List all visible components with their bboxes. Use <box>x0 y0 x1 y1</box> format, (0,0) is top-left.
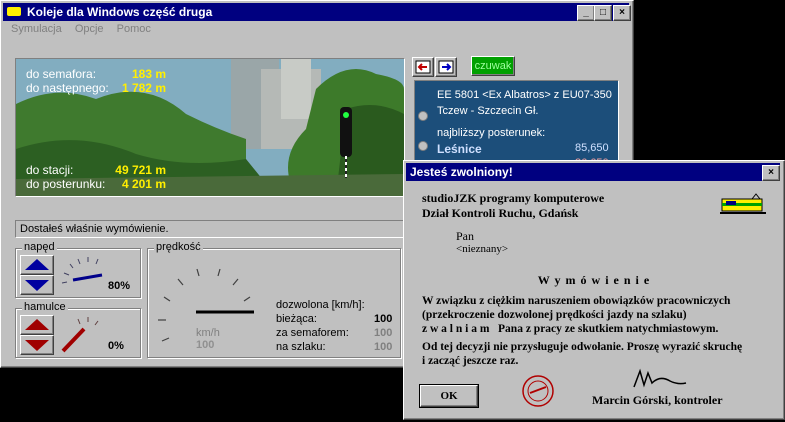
naped-gauge <box>61 257 103 284</box>
train-info-line1: EE 5801 <Ex Albatros> z EU07-350 <box>437 89 612 101</box>
menu-opcje[interactable]: Opcje <box>75 23 104 35</box>
hamulce-group: hamulce 0% <box>15 301 141 358</box>
train-info-line2: Tczew - Szczecin Gł. <box>437 105 539 117</box>
semaphore-post <box>345 156 347 178</box>
naped-down-button[interactable] <box>20 275 54 295</box>
hamulce-down-button[interactable] <box>20 335 54 355</box>
radio-route[interactable] <box>418 111 428 121</box>
speed-unit: km/h <box>196 327 220 339</box>
train-info-line3: najbliższy posterunek: <box>437 127 546 139</box>
za-semaforem-label: za semaforem: <box>276 327 349 339</box>
letter-p1-line1: W związku z ciężkim naruszeniem obowiązk… <box>422 295 731 307</box>
toolbar-button-left[interactable] <box>412 57 434 77</box>
title-bar[interactable]: Koleje dla Windows część druga _ □ × <box>3 3 631 21</box>
arrow-right-icon <box>438 60 454 74</box>
arrow-left-icon <box>415 60 431 74</box>
status-message: Dostałeś właśnie wymówienie. <box>20 223 169 235</box>
menu-pomoc[interactable]: Pomoc <box>117 23 151 35</box>
minimize-button[interactable]: _ <box>577 5 595 21</box>
pan-label: Pan <box>456 229 474 243</box>
status-bar: Dostałeś właśnie wymówienie. <box>15 220 405 238</box>
maximize-button[interactable]: □ <box>594 5 612 21</box>
driver-view: do semafora: 183 m do następnego: 1 782 … <box>15 58 405 197</box>
biezaca-label: bieżąca: <box>276 313 317 325</box>
menu-symulacja[interactable]: Symulacja <box>11 23 62 35</box>
stamp-icon <box>522 375 554 407</box>
naped-title: napęd <box>22 241 57 253</box>
locomotive-icon <box>720 193 766 214</box>
semaphore-signal <box>340 107 352 157</box>
signature-icon <box>633 368 687 388</box>
letter-heading: W y m ó w i e n i e <box>537 273 651 287</box>
do-stacji-value: 49 721 m <box>115 163 166 177</box>
do-semafora-value: 183 m <box>131 67 166 81</box>
do-posterunku-value: 4 201 m <box>121 177 166 191</box>
predkosc-group: prędkość km/h 100 dozwolona [km/h]: bież… <box>147 241 401 358</box>
na-szlaku-value: 100 <box>374 341 393 353</box>
triangle-down-icon <box>25 280 49 291</box>
hamulce-percent: 0% <box>108 340 124 352</box>
radio-post[interactable] <box>418 141 428 151</box>
letter-p2-line2: i zacząć jeszcze raz. <box>422 355 519 367</box>
hamulce-up-button[interactable] <box>20 315 54 335</box>
train-app-icon <box>7 7 21 16</box>
naped-percent: 80% <box>108 280 131 292</box>
next-post-km: 85,650 <box>575 142 609 154</box>
org-line2: Dział Kontroli Ruchu, Gdańsk <box>422 206 579 220</box>
za-semaforem-value: 100 <box>374 327 393 339</box>
do-nastepnego-label: do następnego: <box>26 81 109 95</box>
dozwolona-label: dozwolona [km/h]: <box>276 299 365 311</box>
triangle-up-icon <box>25 259 49 270</box>
letter-p1-line3: z w a l n i a m Pana z pracy ze skutkiem… <box>422 323 719 335</box>
toolbar-button-right[interactable] <box>435 57 457 77</box>
menu-bar: Symulacja Opcje Pomoc <box>11 23 161 35</box>
org-line1: studioJZK programy komputerowe <box>422 191 605 205</box>
letter-p2-line1: Od tej decyzji nie przysługuje odwołanie… <box>422 341 743 353</box>
dismissal-dialog: Jesteś zwolniony! × studioJZK programy k… <box>403 160 785 420</box>
signature-text: Marcin Górski, kontroler <box>592 393 723 407</box>
hamulce-title: hamulce <box>22 301 68 313</box>
hamulce-needle <box>61 327 86 353</box>
employee-name: <nieznany> <box>456 243 509 255</box>
naped-group: napęd 80% <box>15 241 141 298</box>
hud-bottom: do stacji: 49 721 m do posterunku: 4 201… <box>26 163 166 191</box>
dialog-close-button[interactable]: × <box>762 165 780 181</box>
na-szlaku-label: na szlaku: <box>276 341 326 353</box>
speed-value: 100 <box>196 339 215 351</box>
naped-up-button[interactable] <box>20 255 54 275</box>
hud-top: do semafora: 183 m do następnego: 1 782 … <box>26 67 166 95</box>
dialog-title: Jesteś zwolniony! <box>410 165 513 179</box>
letter-p1-line2: (przekroczenie dozwolonej prędkości jazd… <box>422 309 687 321</box>
window-title: Koleje dla Windows część druga <box>27 5 213 19</box>
next-post-name: Leśnice <box>437 142 482 156</box>
close-button[interactable]: × <box>613 5 631 21</box>
train-info-panel: EE 5801 <Ex Albatros> z EU07-350 Tczew -… <box>414 80 619 165</box>
predkosc-title: prędkość <box>154 241 203 253</box>
do-posterunku-label: do posterunku: <box>26 177 106 191</box>
ok-button[interactable]: OK <box>419 384 479 408</box>
dialog-title-bar[interactable]: Jesteś zwolniony! × <box>406 163 780 181</box>
triangle-down-icon <box>25 340 49 351</box>
do-nastepnego-value: 1 782 m <box>121 81 166 95</box>
do-stacji-label: do stacji: <box>26 163 74 177</box>
signal-green-light <box>343 112 349 118</box>
hamulce-gauge <box>61 317 99 353</box>
triangle-up-icon <box>25 319 49 330</box>
do-semafora-label: do semafora: <box>26 67 97 81</box>
naped-needle <box>72 273 103 282</box>
czuwak-button[interactable]: czuwak <box>471 56 515 76</box>
biezaca-value: 100 <box>374 313 393 325</box>
